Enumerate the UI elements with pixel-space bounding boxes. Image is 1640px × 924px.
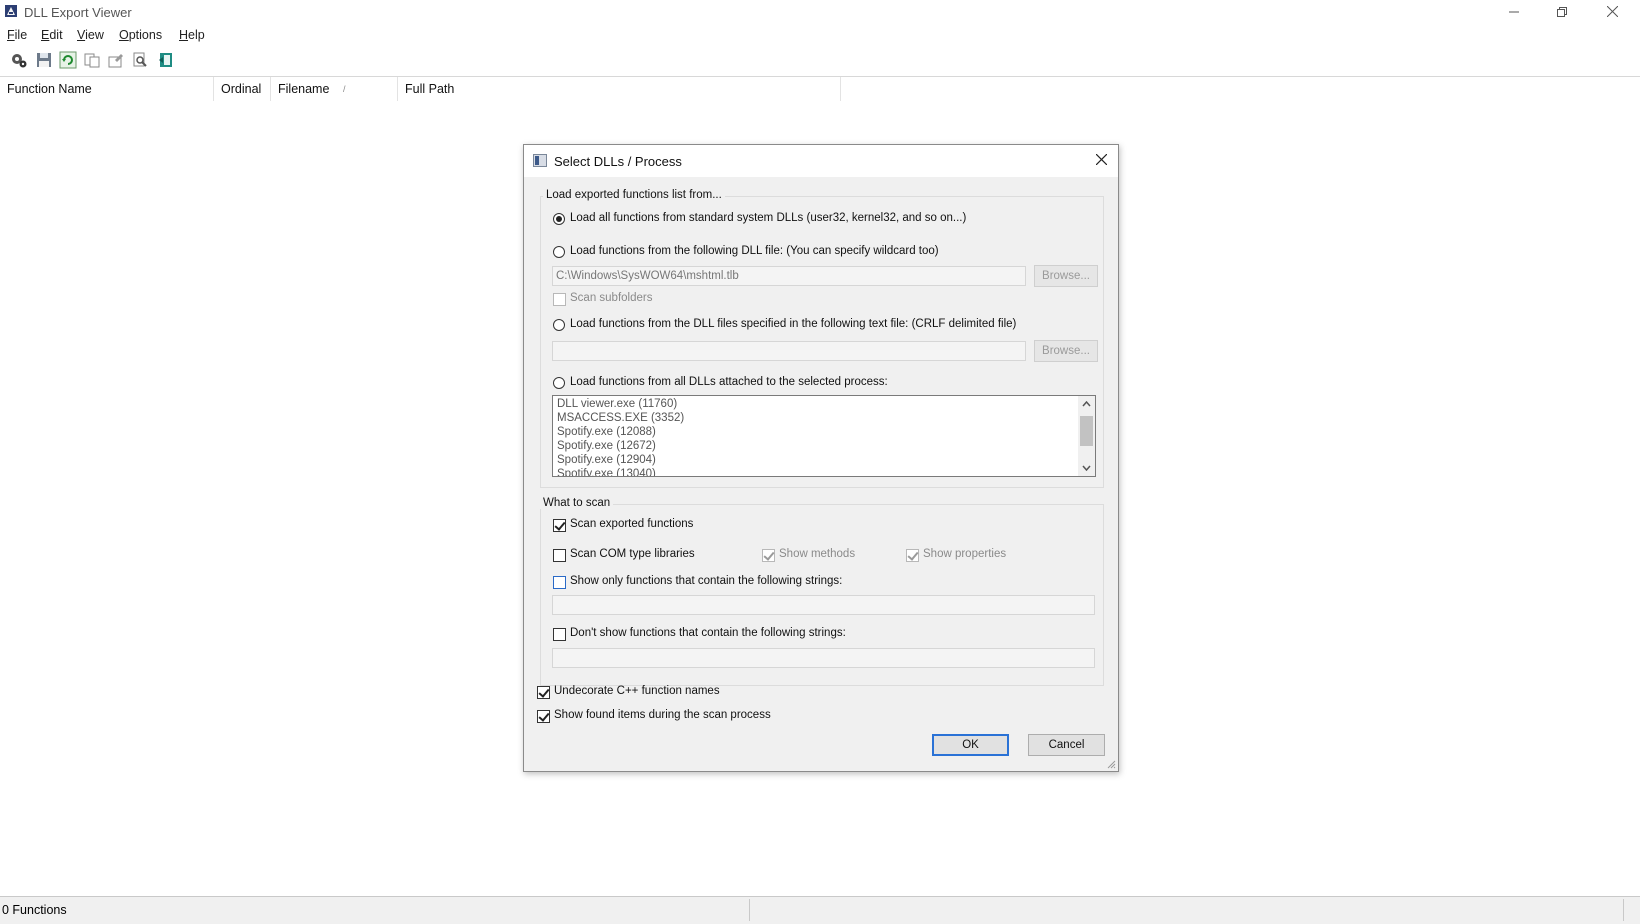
load-from-group-label: Load exported functions list from...	[543, 189, 725, 201]
radio-dll-file[interactable]	[553, 246, 565, 258]
dialog-title: Select DLLs / Process	[554, 154, 682, 169]
exit-icon[interactable]	[157, 51, 175, 69]
scan-com-label[interactable]: Scan COM type libraries	[570, 548, 695, 560]
process-list-scrollbar[interactable]	[1078, 396, 1095, 476]
restore-icon	[1557, 7, 1567, 17]
ok-button[interactable]: OK	[932, 734, 1009, 756]
scroll-thumb[interactable]	[1080, 416, 1093, 446]
dont-show-contain-checkbox[interactable]	[553, 628, 566, 641]
scan-subfolders-label: Scan subfolders	[570, 292, 653, 304]
chevron-down-icon	[1082, 465, 1091, 472]
radio-dll-file-label[interactable]: Load functions from the following DLL fi…	[570, 245, 939, 257]
column-header-ordinal[interactable]: Ordinal	[214, 77, 271, 101]
list-header: Function Name Ordinal Filename / Full Pa…	[0, 77, 1640, 101]
close-icon	[1606, 5, 1618, 18]
text-file-input[interactable]	[552, 341, 1026, 361]
dialog-close-button[interactable]	[1088, 149, 1114, 173]
menu-help[interactable]: Help	[179, 28, 205, 42]
radio-system-dlls-label[interactable]: Load all functions from standard system …	[570, 212, 966, 224]
show-found-checkbox[interactable]	[537, 710, 550, 723]
copy-icon[interactable]	[83, 51, 101, 69]
dont-show-contain-input[interactable]	[552, 648, 1095, 668]
title-bar: DLL Export Viewer	[0, 0, 1640, 24]
resize-grip-icon[interactable]	[1106, 759, 1116, 769]
process-list[interactable]: DLL viewer.exe (11760) MSACCESS.EXE (335…	[552, 395, 1096, 477]
browse-dll-button[interactable]: Browse...	[1034, 265, 1098, 287]
status-count: 0 Functions	[2, 903, 67, 917]
scan-exported-checkbox[interactable]	[553, 519, 566, 532]
list-item[interactable]: MSACCESS.EXE (3352)	[557, 412, 684, 424]
dialog-app-icon	[533, 154, 547, 167]
refresh-icon[interactable]	[59, 51, 77, 69]
list-item[interactable]: DLL viewer.exe (11760)	[557, 398, 677, 410]
menu-options[interactable]: Options	[119, 28, 162, 42]
sort-indicator: /	[343, 84, 346, 94]
list-item[interactable]: Spotify.exe (13040)	[557, 468, 656, 476]
list-item[interactable]: Spotify.exe (12672)	[557, 440, 656, 452]
column-header-full-path[interactable]: Full Path	[398, 77, 841, 101]
select-dlls-icon[interactable]	[10, 51, 28, 69]
window-title: DLL Export Viewer	[24, 5, 132, 20]
show-only-contain-label[interactable]: Show only functions that contain the fol…	[570, 575, 842, 587]
radio-process[interactable]	[553, 377, 565, 389]
toolbar	[0, 46, 1640, 77]
menu-view[interactable]: View	[77, 28, 104, 42]
minimize-button[interactable]	[1490, 0, 1538, 24]
undecorate-label[interactable]: Undecorate C++ function names	[554, 685, 720, 697]
restore-button[interactable]	[1538, 0, 1586, 24]
menu-bar: File Edit View Options Help	[0, 24, 1640, 46]
cancel-button[interactable]: Cancel	[1028, 734, 1105, 756]
dialog-title-bar: Select DLLs / Process	[524, 145, 1118, 177]
radio-text-file[interactable]	[553, 319, 565, 331]
radio-process-label[interactable]: Load functions from all DLLs attached to…	[570, 376, 888, 388]
list-item[interactable]: Spotify.exe (12088)	[557, 426, 656, 438]
select-dlls-dialog: Select DLLs / Process Load exported func…	[523, 144, 1119, 772]
find-icon[interactable]	[131, 51, 149, 69]
scan-subfolders-checkbox[interactable]	[553, 293, 566, 306]
show-properties-checkbox[interactable]	[906, 549, 919, 562]
scan-exported-label[interactable]: Scan exported functions	[570, 518, 693, 530]
menu-file[interactable]: File	[7, 28, 27, 42]
undecorate-checkbox[interactable]	[537, 686, 550, 699]
scroll-down-arrow[interactable]	[1078, 460, 1095, 476]
close-button[interactable]	[1588, 0, 1636, 24]
show-methods-checkbox[interactable]	[762, 549, 775, 562]
list-item[interactable]: Spotify.exe (12904)	[557, 454, 656, 466]
minimize-icon	[1509, 11, 1519, 13]
browse-text-file-button[interactable]: Browse...	[1034, 340, 1098, 362]
scroll-up-arrow[interactable]	[1078, 396, 1095, 412]
properties-icon[interactable]	[107, 51, 125, 69]
show-only-contain-input[interactable]	[552, 595, 1095, 615]
dont-show-contain-label[interactable]: Don't show functions that contain the fo…	[570, 627, 846, 639]
status-divider	[1623, 899, 1624, 921]
column-header-function-name[interactable]: Function Name	[0, 77, 214, 101]
status-bar: 0 Functions	[0, 896, 1640, 924]
radio-system-dlls[interactable]	[553, 213, 565, 225]
show-only-contain-checkbox[interactable]	[553, 576, 566, 589]
column-header-filename[interactable]: Filename /	[271, 77, 398, 101]
show-methods-label: Show methods	[779, 548, 856, 560]
save-icon[interactable]	[35, 51, 53, 69]
dll-file-input[interactable]: C:\Windows\SysWOW64\mshtml.tlb	[552, 266, 1026, 286]
app-icon	[5, 5, 17, 17]
status-divider	[749, 899, 750, 921]
show-found-label[interactable]: Show found items during the scan process	[554, 709, 771, 721]
scan-com-checkbox[interactable]	[553, 549, 566, 562]
radio-text-file-label[interactable]: Load functions from the DLL files specif…	[570, 318, 1016, 330]
chevron-up-icon	[1082, 400, 1091, 407]
show-properties-label: Show properties	[923, 548, 1007, 560]
close-icon	[1095, 153, 1107, 166]
what-to-scan-label: What to scan	[540, 497, 614, 509]
menu-edit[interactable]: Edit	[41, 28, 63, 42]
